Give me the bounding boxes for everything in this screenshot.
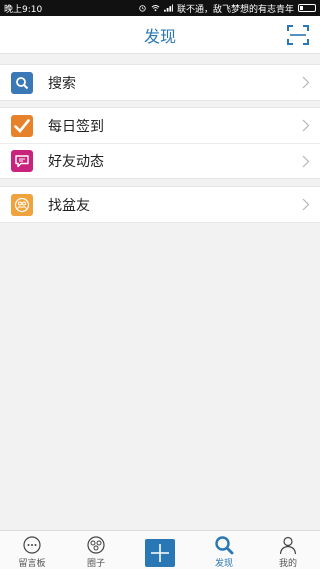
menu-item-checkin[interactable]: 每日签到 bbox=[0, 108, 320, 143]
tab-me-label: 我的 bbox=[278, 559, 297, 569]
menu-item-search-label: 搜索 bbox=[48, 75, 76, 92]
menu-item-friends-feed-label: 好友动态 bbox=[48, 154, 104, 170]
chevron-right-icon bbox=[302, 76, 310, 89]
status-right: 联不通，敌飞梦想的有志青年 bbox=[138, 2, 316, 15]
chevron-right-icon bbox=[302, 119, 310, 132]
status-bar: 晚上9:10 联不通，敌飞梦想的有志青年 bbox=[0, 0, 320, 16]
menu-group-search: 搜索 bbox=[0, 64, 320, 101]
header: 发现 bbox=[0, 16, 320, 54]
signal-icon bbox=[163, 4, 173, 12]
people-icon bbox=[11, 193, 33, 216]
tab-circles-label: 圈子 bbox=[86, 559, 105, 569]
wifi-icon bbox=[151, 5, 160, 12]
scan-icon[interactable] bbox=[286, 23, 310, 47]
menu-item-find-friends[interactable]: 找盆友 bbox=[0, 187, 320, 222]
status-time: 晚上9:10 bbox=[4, 4, 43, 15]
tab-me[interactable]: 我的 bbox=[256, 531, 320, 569]
person-icon bbox=[279, 536, 297, 555]
menu-group-find: 找盆友 bbox=[0, 186, 320, 223]
message-icon bbox=[23, 536, 41, 554]
search-icon bbox=[11, 71, 33, 94]
menu-item-find-friends-label: 找盆友 bbox=[48, 197, 90, 214]
menu-item-search[interactable]: 搜索 bbox=[0, 65, 320, 100]
tab-circles[interactable]: 圈子 bbox=[64, 531, 128, 569]
tab-message-board[interactable]: 留言板 bbox=[0, 531, 64, 569]
tab-message-board-label: 留言板 bbox=[18, 559, 46, 569]
checkmark-icon bbox=[11, 114, 33, 137]
tab-discover[interactable]: 发现 bbox=[192, 531, 256, 569]
search-icon bbox=[215, 536, 234, 555]
plus-icon bbox=[151, 544, 169, 562]
menu-item-friends-feed[interactable]: 好友动态 bbox=[0, 143, 320, 178]
chevron-right-icon bbox=[302, 198, 310, 211]
add-button[interactable] bbox=[145, 539, 175, 567]
status-carrier: 联不通，敌飞梦想的有志青年 bbox=[176, 4, 294, 15]
menu-group-activity: 每日签到 好友动态 bbox=[0, 107, 320, 179]
tab-discover-label: 发现 bbox=[214, 559, 233, 569]
chat-bubble-icon bbox=[11, 150, 33, 172]
battery-icon bbox=[298, 4, 316, 12]
page-title: 发现 bbox=[143, 26, 176, 46]
bottom-tab-bar: 留言板 圈子 发现 我的 bbox=[0, 530, 320, 569]
menu-item-checkin-label: 每日签到 bbox=[48, 118, 104, 135]
circles-icon bbox=[87, 536, 105, 554]
tab-add[interactable] bbox=[128, 531, 192, 569]
alarm-icon bbox=[139, 5, 146, 12]
chevron-right-icon bbox=[302, 155, 310, 168]
